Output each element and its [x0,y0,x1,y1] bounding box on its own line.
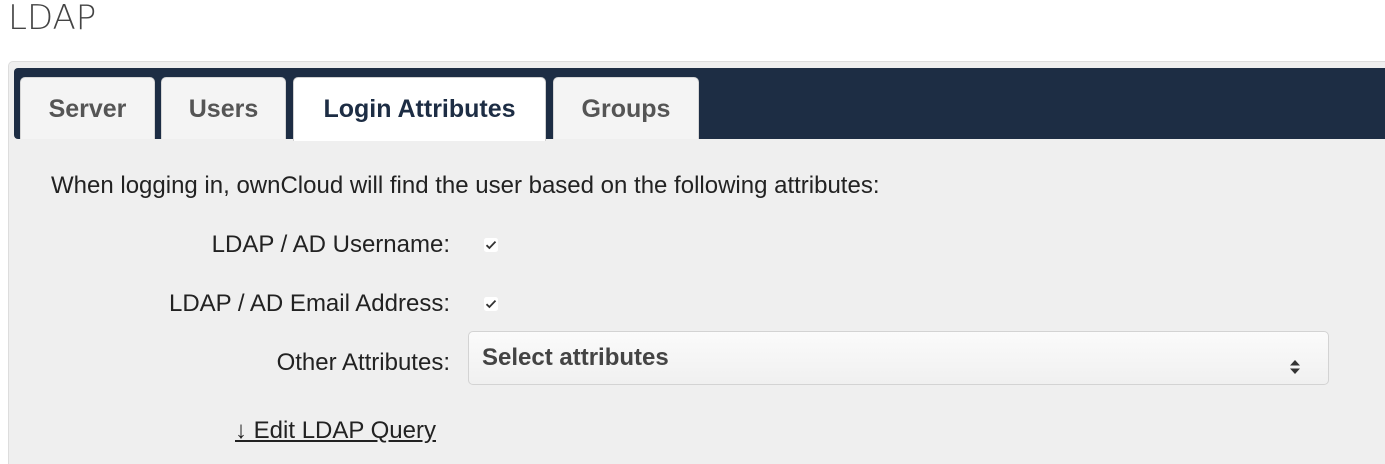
email-label: LDAP / AD Email Address: [168,290,450,317]
checkmark-icon [484,297,498,311]
edit-ldap-query-link[interactable]: ↓ Edit LDAP Query [235,415,436,447]
tab-groups[interactable]: Groups [553,77,699,139]
other-attributes-select[interactable]: Select attributes [468,331,1329,385]
sort-arrows-icon [1290,360,1300,374]
tab-users[interactable]: Users [161,77,286,139]
other-attributes-label: Other Attributes: [276,349,450,376]
username-checkbox[interactable] [484,238,498,252]
login-attributes-intro: When logging in, ownCloud will find the … [51,172,880,199]
checkmark-icon [484,238,498,252]
select-placeholder: Select attributes [482,344,669,371]
tab-server[interactable]: Server [20,77,155,139]
email-checkbox[interactable] [484,297,498,311]
tab-login-attributes[interactable]: Login Attributes [293,77,546,141]
username-label: LDAP / AD Username: [211,231,450,258]
page-title: LDAP [8,0,97,38]
